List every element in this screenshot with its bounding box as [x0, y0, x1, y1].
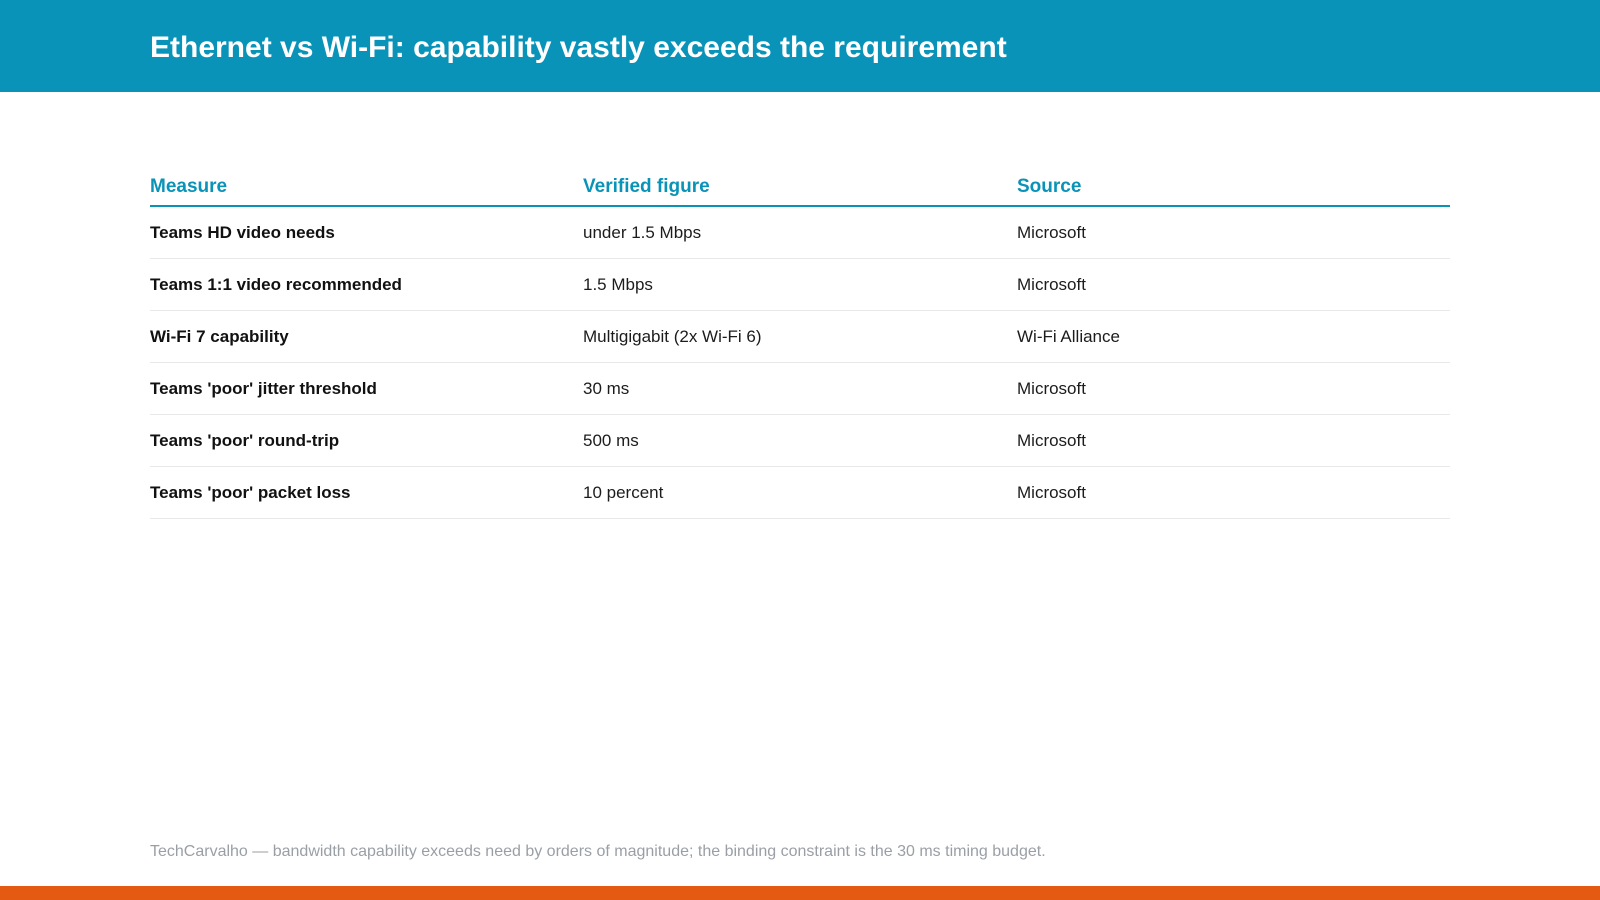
header-verified-figure: Verified figure [583, 168, 1017, 207]
figure-cell: Multigigabit (2x Wi-Fi 6) [583, 310, 1017, 363]
figure-cell: 500 ms [583, 414, 1017, 467]
table-row: Wi-Fi 7 capability Multigigabit (2x Wi-F… [150, 310, 1450, 363]
figure-cell: 10 percent [583, 466, 1017, 519]
slide-title: Ethernet vs Wi-Fi: capability vastly exc… [150, 31, 1007, 64]
source-cell: Microsoft [1017, 466, 1450, 519]
measure-cell: Teams 1:1 video recommended [150, 258, 583, 311]
footnote: TechCarvalho — bandwidth capability exce… [150, 843, 1046, 860]
slide: Ethernet vs Wi-Fi: capability vastly exc… [0, 0, 1600, 900]
table-row: Teams 'poor' round-trip 500 ms Microsoft [150, 414, 1450, 467]
comparison-table-container: Measure Verified figure Source Teams HD … [150, 168, 1450, 519]
comparison-table: Measure Verified figure Source Teams HD … [150, 168, 1450, 519]
measure-cell: Wi-Fi 7 capability [150, 310, 583, 363]
header-measure: Measure [150, 168, 583, 207]
measure-cell: Teams 'poor' round-trip [150, 414, 583, 467]
bottom-accent-bar [0, 886, 1600, 900]
source-cell: Microsoft [1017, 362, 1450, 415]
table-row: Teams 'poor' packet loss 10 percent Micr… [150, 466, 1450, 519]
source-cell: Microsoft [1017, 414, 1450, 467]
figure-cell: under 1.5 Mbps [583, 206, 1017, 259]
measure-cell: Teams HD video needs [150, 206, 583, 259]
source-cell: Microsoft [1017, 206, 1450, 259]
measure-cell: Teams 'poor' jitter threshold [150, 362, 583, 415]
figure-cell: 30 ms [583, 362, 1017, 415]
measure-cell: Teams 'poor' packet loss [150, 466, 583, 519]
table-row: Teams HD video needs under 1.5 Mbps Micr… [150, 206, 1450, 259]
table-header-row: Measure Verified figure Source [150, 168, 1450, 207]
table-row: Teams 'poor' jitter threshold 30 ms Micr… [150, 362, 1450, 415]
header-source: Source [1017, 168, 1450, 207]
header-bar: Ethernet vs Wi-Fi: capability vastly exc… [0, 0, 1600, 92]
source-cell: Microsoft [1017, 258, 1450, 311]
table-row: Teams 1:1 video recommended 1.5 Mbps Mic… [150, 258, 1450, 311]
figure-cell: 1.5 Mbps [583, 258, 1017, 311]
source-cell: Wi-Fi Alliance [1017, 310, 1450, 363]
